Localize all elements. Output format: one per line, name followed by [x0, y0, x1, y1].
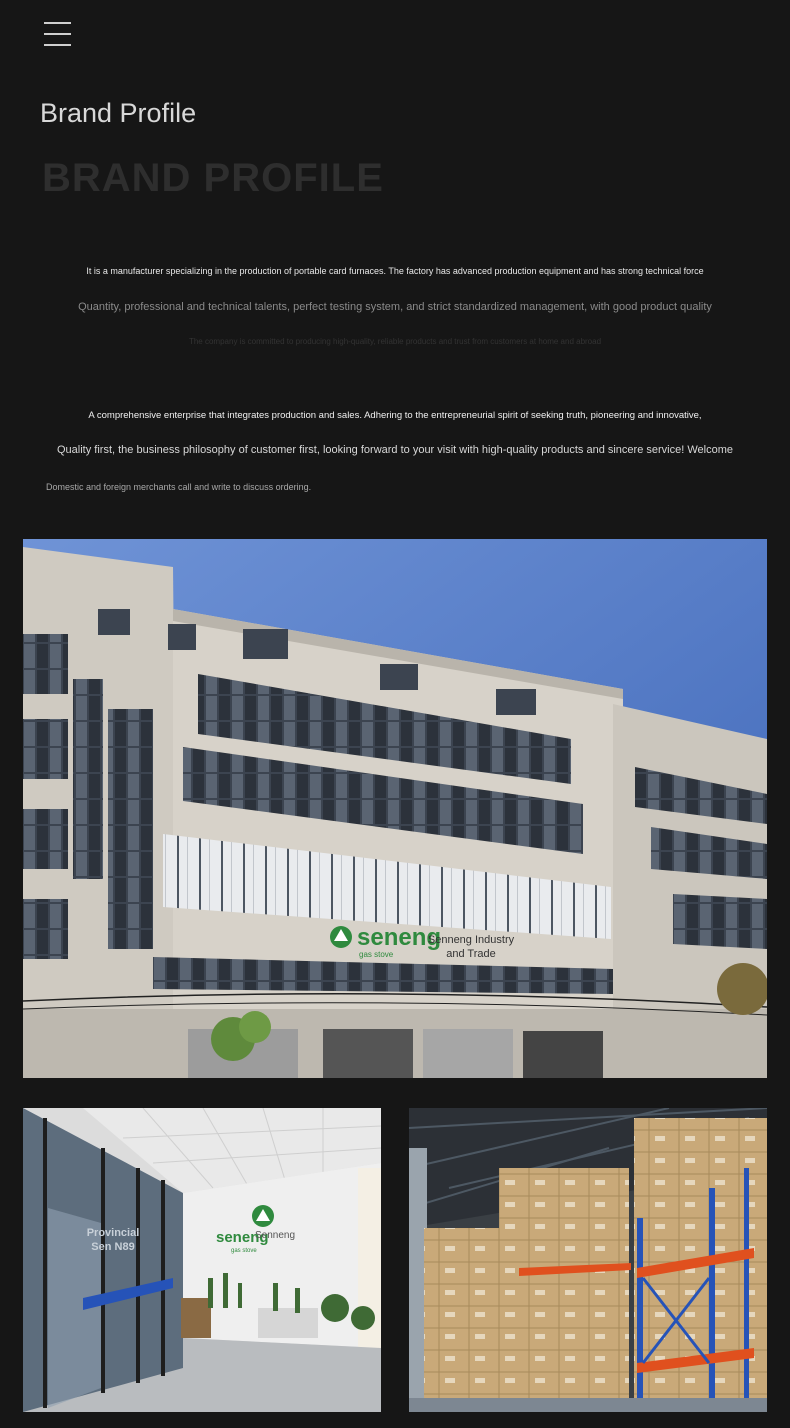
intro-line: A comprehensive enterprise that integrat…	[88, 410, 702, 421]
intro-line: Quality first, the business philosophy o…	[57, 444, 733, 456]
intro-line: It is a manufacturer specializing in the…	[86, 266, 704, 276]
page-title: Brand Profile	[40, 98, 197, 128]
intro-line: Quantity, professional and technical tal…	[78, 301, 712, 313]
building-caption-line-1: Senneng Industry	[427, 934, 515, 946]
office-logo-caption: Senneng	[255, 1230, 296, 1241]
glass-text-line-2: Sen N89	[91, 1241, 135, 1253]
intro-line: Domestic and foreign merchants call and …	[46, 482, 312, 492]
intro-line: The company is committed to producing hi…	[188, 337, 602, 346]
glass-text-line-1: Provincial	[86, 1227, 140, 1239]
office-logo-sub: gas stove	[231, 1248, 257, 1254]
building-caption-line-2: and Trade	[446, 948, 496, 960]
background-title: BRAND PROFILE	[42, 156, 384, 200]
office-lobby-photo: seneng gas stove Senneng Provincial Sen …	[23, 1108, 381, 1412]
building-sign-sub: gas stove	[359, 950, 394, 959]
factory-building-photo: seneng gas stove Senneng Industry and Tr…	[23, 539, 767, 1078]
hamburger-menu-icon[interactable]	[44, 22, 72, 46]
warehouse-photo	[409, 1108, 767, 1412]
